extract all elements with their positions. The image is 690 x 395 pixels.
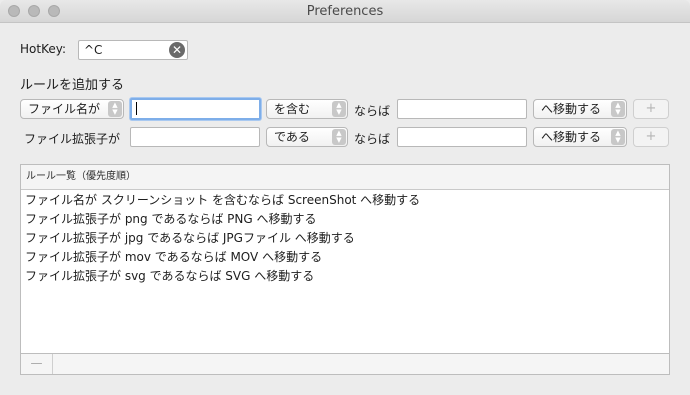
action-popup[interactable]: へ移動する ▲ ▼ — [533, 99, 627, 119]
rule-list-header[interactable]: ルール一覧（優先度順） — [21, 165, 669, 190]
extension-label: ファイル拡張子が — [24, 132, 121, 146]
rule-list-item[interactable]: ファイル拡張子が mov であるならば MOV へ移動する — [21, 248, 669, 267]
target-folder-field[interactable] — [397, 99, 527, 119]
extension-text-field[interactable] — [130, 127, 260, 147]
hotkey-label: HotKey: — [20, 42, 66, 56]
extension-connector-label: ならば — [354, 132, 391, 146]
operator-popup[interactable]: を含む ▲ ▼ — [266, 99, 348, 119]
action-popup-label: へ移動する — [541, 102, 602, 116]
title-bar: Preferences — [0, 0, 690, 23]
rule-list-item[interactable]: ファイル拡張子が png であるならば PNG へ移動する — [21, 210, 669, 229]
window-title: Preferences — [306, 4, 384, 19]
up-down-chevron-icon: ▲ ▼ — [332, 101, 346, 117]
add-extension-rule-button[interactable]: + — [633, 127, 669, 147]
connector-label: ならば — [354, 104, 391, 118]
hotkey-value: ^C — [84, 43, 103, 57]
up-down-chevron-icon: ▲ ▼ — [611, 101, 625, 117]
up-down-chevron-icon: ▲ ▼ — [332, 129, 346, 145]
add-rule-button[interactable]: + — [633, 99, 669, 119]
source-popup[interactable]: ファイル名が ▲ ▼ — [20, 99, 124, 119]
rule-list-item[interactable]: ファイル名が スクリーンショット を含むならば ScreenShot へ移動する — [21, 191, 669, 210]
condition-text-field[interactable] — [130, 98, 261, 120]
rule-list-item[interactable]: ファイル拡張子が svg であるならば SVG へ移動する — [21, 267, 669, 286]
operator-popup-label: を含む — [274, 102, 311, 116]
extension-action-label: へ移動する — [541, 130, 602, 144]
source-popup-label: ファイル名が — [28, 102, 101, 116]
clear-icon[interactable]: ✕ — [169, 42, 185, 58]
preferences-window: Preferences HotKey: ^C ✕ ルールを追加する ファイル名が… — [0, 0, 690, 395]
remove-rule-button[interactable]: — — [21, 354, 53, 374]
rule-list-item[interactable]: ファイル拡張子が jpg であるならば JPGファイル へ移動する — [21, 229, 669, 248]
up-down-chevron-icon: ▲ ▼ — [108, 101, 122, 117]
extension-operator-popup[interactable]: である ▲ ▼ — [266, 127, 348, 147]
up-down-chevron-icon: ▲ ▼ — [611, 129, 625, 145]
extension-action-popup[interactable]: へ移動する ▲ ▼ — [533, 127, 627, 147]
rule-list-table[interactable]: ルール一覧（優先度順） ファイル名が スクリーンショット を含むならば Scre… — [20, 164, 670, 354]
extension-target-field[interactable] — [397, 127, 527, 147]
extension-operator-label: である — [274, 130, 310, 144]
add-rule-heading: ルールを追加する — [20, 78, 125, 93]
rule-list-toolbar: — — [20, 354, 670, 375]
